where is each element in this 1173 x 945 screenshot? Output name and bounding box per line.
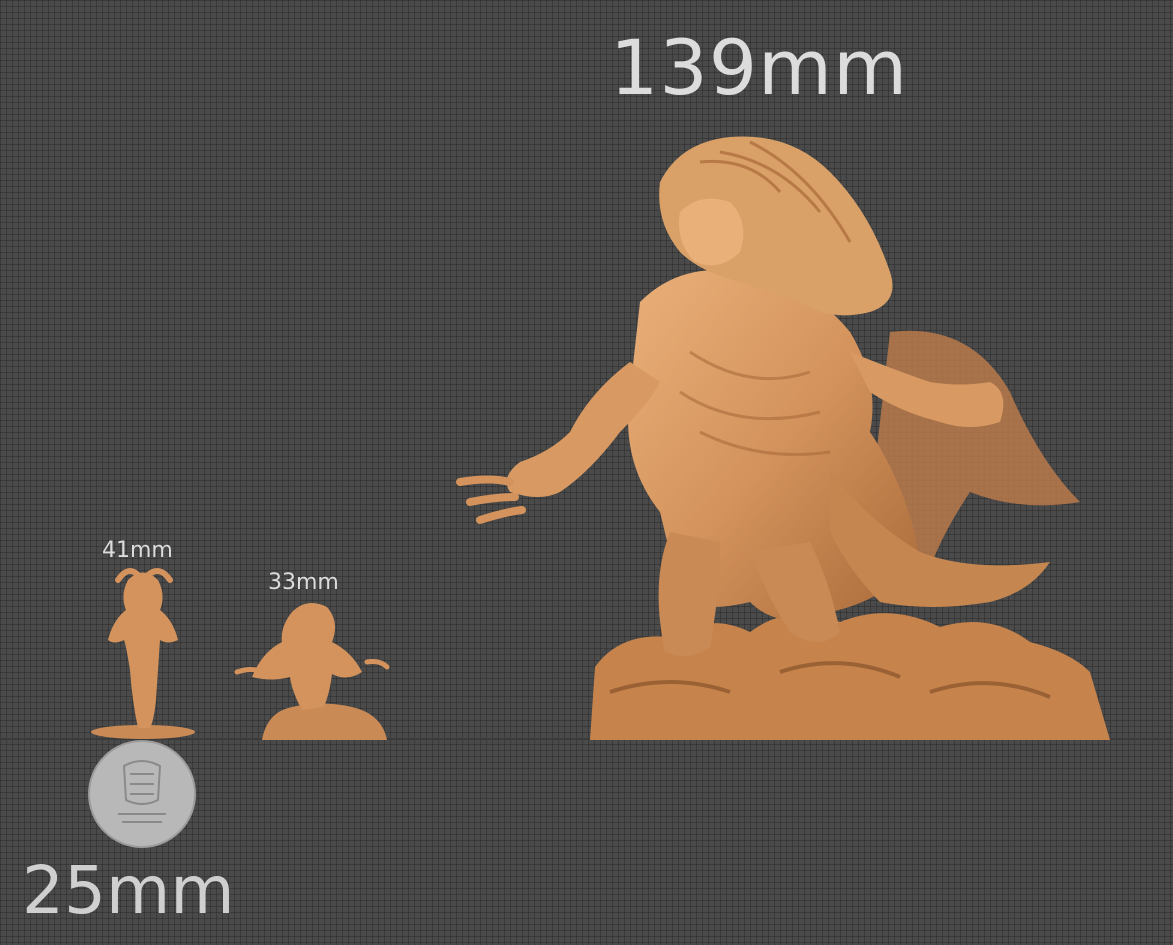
small-figure-a-height-label: 41mm: [102, 538, 173, 563]
base-size-label: 25mm: [22, 852, 235, 929]
small-figure-a: [91, 568, 195, 739]
small-figure-b: [234, 603, 390, 740]
large-lion-figure: [456, 136, 1110, 740]
small-figure-b-height-label: 33mm: [268, 570, 339, 595]
base-size-reference-disc: [88, 740, 196, 848]
large-figure-height-label: 139mm: [610, 23, 909, 112]
